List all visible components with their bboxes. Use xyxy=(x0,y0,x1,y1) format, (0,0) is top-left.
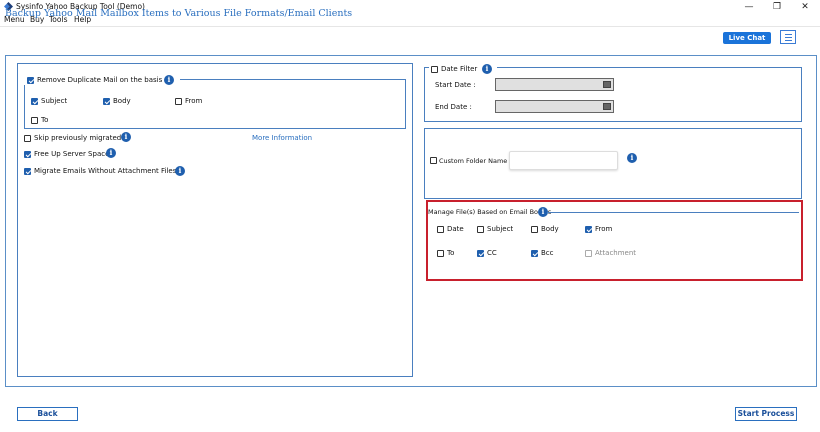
manage-bcc-label: Bcc xyxy=(541,249,554,257)
dup-from-checkbox[interactable] xyxy=(175,98,182,105)
start-process-button[interactable]: Start Process xyxy=(735,407,797,421)
manage-date-checkbox[interactable] xyxy=(437,226,444,233)
page-title: Backup Yahoo Mail Mailbox Items to Vario… xyxy=(5,8,353,19)
info-icon[interactable]: i xyxy=(627,153,637,163)
info-icon[interactable]: i xyxy=(106,148,116,158)
manage-from-label: From xyxy=(595,225,613,233)
manage-cc-checkbox[interactable] xyxy=(477,250,484,257)
header-bar xyxy=(0,26,820,57)
info-icon[interactable]: i xyxy=(482,64,492,74)
end-date-label: End Date : xyxy=(435,103,472,111)
free-up-label: Free Up Server Space xyxy=(34,150,110,158)
manage-attachment-label: Attachment xyxy=(595,249,637,257)
more-information-link[interactable]: More Information xyxy=(252,134,312,142)
start-date-input[interactable] xyxy=(495,78,614,91)
no-attachment-label: Migrate Emails Without Attachment Files xyxy=(34,167,177,175)
maximize-icon[interactable]: ❐ xyxy=(770,1,784,13)
info-icon[interactable]: i xyxy=(121,132,131,142)
remove-duplicate-label: Remove Duplicate Mail on the basis xyxy=(37,76,163,84)
remove-duplicate-checkbox[interactable] xyxy=(27,77,34,84)
custom-folder-checkbox[interactable] xyxy=(430,157,437,164)
manage-to-checkbox[interactable] xyxy=(437,250,444,257)
dup-to-checkbox[interactable] xyxy=(31,117,38,124)
info-icon[interactable]: i xyxy=(175,166,185,176)
dup-body-checkbox[interactable] xyxy=(103,98,110,105)
dup-subject-checkbox[interactable] xyxy=(31,98,38,105)
skip-migrated-label: Skip previously migrated xyxy=(34,134,122,142)
manage-subject-checkbox[interactable] xyxy=(477,226,484,233)
calendar-icon[interactable] xyxy=(603,103,611,110)
manage-subject-label: Subject xyxy=(487,225,514,233)
dup-to-label: To xyxy=(41,116,49,124)
custom-folder-label: Custom Folder Name xyxy=(439,157,508,165)
manage-divider xyxy=(547,212,799,213)
manage-body-label: Body xyxy=(541,225,559,233)
manage-date-label: Date xyxy=(447,225,464,233)
info-icon[interactable]: i xyxy=(164,75,174,85)
manage-attachment-checkbox xyxy=(585,250,592,257)
skip-migrated-checkbox[interactable] xyxy=(24,135,31,142)
manage-to-label: To xyxy=(447,249,455,257)
manage-bcc-checkbox[interactable] xyxy=(531,250,538,257)
dup-from-label: From xyxy=(185,97,203,105)
no-attachment-checkbox[interactable] xyxy=(24,168,31,175)
manage-files-label: Manage File(s) Based on Email Bodies xyxy=(428,208,552,216)
hamburger-menu-icon[interactable] xyxy=(780,30,796,44)
live-chat-button[interactable]: Live Chat xyxy=(723,32,771,44)
manage-from-checkbox[interactable] xyxy=(585,226,592,233)
start-date-label: Start Date : xyxy=(435,81,476,89)
custom-folder-input[interactable] xyxy=(509,151,618,170)
manage-body-checkbox[interactable] xyxy=(531,226,538,233)
duplicate-group xyxy=(24,79,406,129)
date-filter-label: Date Filter xyxy=(441,65,478,73)
calendar-icon[interactable] xyxy=(603,81,611,88)
date-filter-checkbox[interactable] xyxy=(431,66,438,73)
date-filter-panel xyxy=(424,67,802,122)
dup-body-label: Body xyxy=(113,97,131,105)
end-date-input[interactable] xyxy=(495,100,614,113)
dup-subject-label: Subject xyxy=(41,97,68,105)
manage-cc-label: CC xyxy=(487,249,497,257)
back-button[interactable]: Back xyxy=(17,407,78,421)
close-icon[interactable]: ✕ xyxy=(798,1,812,13)
free-up-checkbox[interactable] xyxy=(24,151,31,158)
minimize-icon[interactable]: — xyxy=(742,1,756,13)
